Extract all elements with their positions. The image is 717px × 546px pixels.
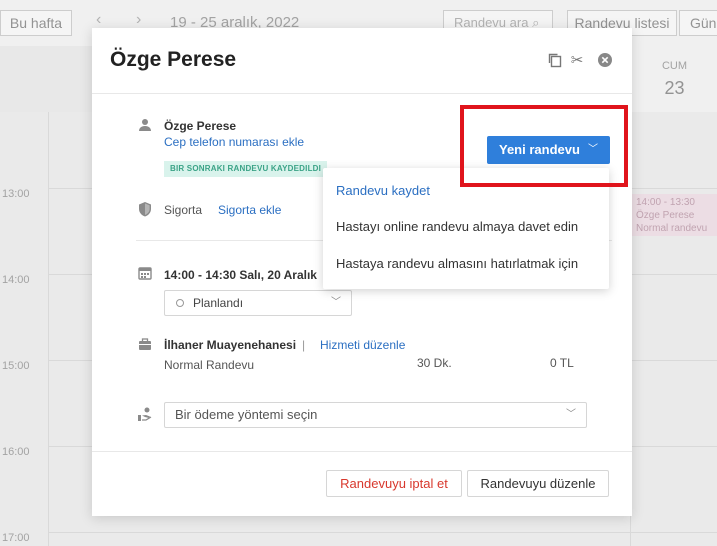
status-dot-icon (176, 299, 184, 307)
separator: | (302, 338, 306, 352)
briefcase-icon (138, 338, 152, 356)
edit-service-link[interactable]: Hizmeti düzenle (320, 338, 405, 352)
patient-name: Özge Perese (164, 119, 237, 133)
scissors-icon[interactable]: ✂ (568, 52, 586, 70)
payment-hand-icon (137, 406, 153, 427)
add-insurance-link[interactable]: Sigorta ekle (218, 203, 281, 217)
menu-item-invite-online[interactable]: Hastayı online randevu almaya davet edin (336, 219, 598, 234)
divider (92, 451, 632, 452)
modal-title: Özge Perese (110, 48, 237, 71)
status-badge: BIR SONRAKI RANDEVU KAYDEDILDI (164, 161, 328, 177)
chevron-down-icon: ﹀ (331, 297, 341, 308)
insurance-label: Sigorta (164, 203, 203, 217)
menu-item-remind-patient[interactable]: Hastaya randevu almasını hatırlatmak içi… (336, 256, 598, 271)
copy-icon[interactable] (546, 52, 564, 70)
calendar-icon (138, 266, 152, 285)
person-icon (138, 118, 152, 137)
payment-placeholder: Bir ödeme yöntemi seçin (175, 407, 318, 422)
shield-icon (138, 201, 152, 222)
status-value: Planlandı (193, 296, 244, 310)
edit-appointment-button[interactable]: Randevuyu düzenle (467, 470, 609, 497)
payment-method-select[interactable]: Bir ödeme yöntemi seçin ﹀ (164, 402, 587, 428)
cancel-appointment-button[interactable]: Randevuyu iptal et (326, 470, 462, 497)
modal-header: Özge Perese ✂ (92, 28, 632, 94)
service-name: Normal Randevu (164, 358, 255, 372)
chevron-down-icon: ﹀ (566, 409, 576, 420)
close-icon[interactable] (596, 52, 614, 70)
highlight-box (460, 105, 628, 187)
status-select[interactable]: Planlandı ﹀ (164, 290, 352, 316)
service-price: 0 TL (550, 356, 574, 370)
add-phone-link[interactable]: Cep telefon numarası ekle (164, 135, 304, 149)
clinic-name: İlhaner Muayenehanesi (164, 338, 297, 352)
service-duration: 30 Dk. (417, 356, 452, 370)
appointment-time: 14:00 - 14:30 Salı, 20 Aralık (164, 268, 317, 282)
